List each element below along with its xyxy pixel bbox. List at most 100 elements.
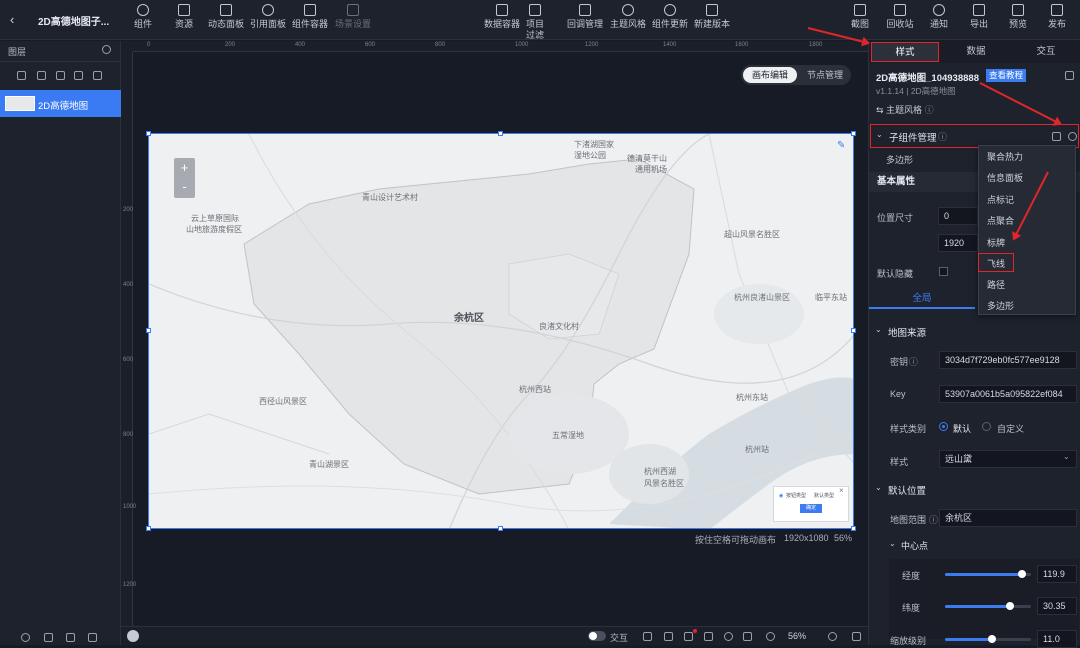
help-icon[interactable]: ⓘ bbox=[909, 355, 918, 368]
move-bottom-icon[interactable] bbox=[74, 71, 83, 80]
resize-handle[interactable] bbox=[851, 328, 856, 333]
layer-item[interactable]: 2D高德地图 bbox=[0, 90, 121, 117]
menu-item-path[interactable]: 路径 bbox=[987, 278, 1005, 291]
move-top-icon[interactable] bbox=[56, 71, 65, 80]
key-input[interactable]: 53907a0061b5a095822ef084 bbox=[939, 385, 1077, 403]
resize-handle[interactable] bbox=[498, 526, 503, 531]
theme-style-row[interactable]: ⇆ 主题风格 ⓘ bbox=[876, 103, 934, 116]
document-icon[interactable] bbox=[1065, 71, 1074, 80]
width-input[interactable]: 1920 bbox=[938, 234, 978, 252]
menu-item-info-panel[interactable]: 信息面板 bbox=[987, 171, 1023, 184]
copy-icon[interactable] bbox=[66, 633, 75, 642]
toolbar-resources-button[interactable]: 资源 bbox=[170, 4, 198, 38]
style-select[interactable]: 远山黛 bbox=[939, 450, 1077, 468]
zoom-level-slider[interactable] bbox=[945, 635, 1031, 643]
tab-global[interactable]: 全局 bbox=[869, 291, 975, 309]
toolbar-screenshot-button[interactable]: 截图 bbox=[849, 4, 871, 38]
toolbar-trash-button[interactable]: 回收站 bbox=[885, 4, 915, 38]
menu-item-heatmap[interactable]: 聚合热力 bbox=[987, 150, 1023, 163]
longitude-slider[interactable] bbox=[945, 570, 1031, 578]
toolbar-preview-button[interactable]: 预览 bbox=[1007, 4, 1029, 38]
pos-x-input[interactable]: 0 bbox=[938, 207, 978, 225]
toolbar-scene-button[interactable]: 场景设置 bbox=[333, 4, 373, 38]
subcomp-current[interactable]: 多边形 bbox=[886, 153, 913, 166]
tab-node-manage[interactable]: 节点管理 bbox=[801, 67, 849, 83]
map-range-input[interactable]: 余杭区 bbox=[939, 509, 1077, 527]
move-down-icon[interactable] bbox=[37, 71, 46, 80]
menu-item-label[interactable]: 标牌 bbox=[987, 236, 1005, 249]
resize-handle[interactable] bbox=[146, 328, 151, 333]
delete-icon[interactable] bbox=[88, 633, 97, 642]
tab-style[interactable]: 样式 bbox=[871, 42, 939, 62]
toolbar-callback-button[interactable]: 回调管理 bbox=[565, 4, 605, 38]
toolbar-filter-button[interactable]: 项目过滤器 bbox=[522, 4, 548, 51]
menu-item-flyline[interactable]: 飞线 bbox=[987, 257, 1005, 270]
toolbar-label: 组件 bbox=[133, 19, 152, 29]
resize-handle[interactable] bbox=[146, 131, 151, 136]
toolbar-export-button[interactable]: 导出 bbox=[968, 4, 990, 38]
settings-icon[interactable] bbox=[724, 632, 733, 641]
monitor-icon[interactable] bbox=[684, 632, 693, 641]
zoom-in-icon[interactable] bbox=[828, 632, 837, 641]
resize-handle[interactable] bbox=[498, 131, 503, 136]
edit-pencil-icon[interactable]: ✎ bbox=[837, 140, 847, 151]
list-icon[interactable] bbox=[93, 71, 102, 80]
fit-icon[interactable] bbox=[743, 632, 752, 641]
radio-default[interactable] bbox=[939, 422, 948, 431]
interactive-toggle[interactable] bbox=[588, 631, 606, 641]
menu-item-cluster[interactable]: 点聚合 bbox=[987, 214, 1014, 227]
toolbar-dynamic-panel-button[interactable]: 动态面板 bbox=[205, 4, 247, 38]
image-icon[interactable] bbox=[664, 632, 673, 641]
mini-option: 按钮类型 bbox=[786, 493, 807, 499]
slider-knob[interactable] bbox=[1005, 602, 1014, 610]
eye-icon[interactable] bbox=[121, 41, 133, 52]
resize-handle[interactable] bbox=[851, 131, 856, 136]
slider-knob[interactable] bbox=[988, 635, 997, 643]
toolbar-data-container-button[interactable]: 数据容器 bbox=[482, 4, 522, 38]
chart-icon[interactable] bbox=[643, 632, 652, 641]
tab-canvas-edit[interactable]: 画布编辑 bbox=[743, 67, 797, 83]
help-icon[interactable]: ⓘ bbox=[925, 105, 934, 115]
secret-key-input[interactable]: 3034d7f729eb0fc577ee9128 bbox=[939, 351, 1077, 369]
map-canvas[interactable]: + - ✎ 下渚湖国家 湿地公园 德清莫干山 通用机场 青山设计艺术村 云上草原… bbox=[148, 133, 854, 529]
move-up-icon[interactable] bbox=[17, 71, 26, 80]
resize-handle[interactable] bbox=[851, 526, 856, 531]
longitude-input[interactable]: 119.9 bbox=[1037, 565, 1077, 583]
toolbar-publish-button[interactable]: 发布 bbox=[1046, 4, 1068, 38]
mini-confirm-button[interactable]: 确定 bbox=[800, 504, 822, 513]
toolbar-update-button[interactable]: 组件更新 bbox=[650, 4, 690, 38]
chevron-left-icon[interactable]: ‹ bbox=[10, 12, 14, 27]
tutorial-link[interactable]: 查看教程 bbox=[986, 69, 1027, 82]
latitude-slider[interactable] bbox=[945, 602, 1031, 610]
hidden-checkbox[interactable] bbox=[939, 267, 948, 276]
toolbar-components-button[interactable]: 组件 bbox=[130, 4, 156, 38]
menu-item-marker[interactable]: 点标记 bbox=[987, 193, 1014, 206]
fullscreen-icon[interactable] bbox=[852, 632, 861, 641]
help-icon[interactable]: ⓘ bbox=[929, 513, 938, 526]
toolbar-container-button[interactable]: 组件容器 bbox=[290, 4, 330, 38]
toolbar-theme-button[interactable]: 主题风格 bbox=[608, 4, 648, 38]
search-icon[interactable] bbox=[102, 45, 111, 54]
tab-interaction[interactable]: 交互 bbox=[1012, 42, 1080, 62]
add-circle-icon[interactable] bbox=[1068, 132, 1077, 141]
map-zoom-out-button[interactable]: - bbox=[174, 178, 195, 198]
tab-data[interactable]: 数据 bbox=[942, 42, 1010, 62]
radio-custom[interactable] bbox=[982, 422, 991, 431]
toolbar-notify-button[interactable]: 通知 bbox=[928, 4, 950, 38]
panel-icon[interactable] bbox=[704, 632, 713, 641]
bulb-icon[interactable] bbox=[21, 633, 30, 642]
help-icon[interactable]: ⓘ bbox=[938, 130, 947, 143]
latitude-input[interactable]: 30.35 bbox=[1037, 597, 1077, 615]
toolbar-new-version-button[interactable]: 新建版本 bbox=[692, 4, 732, 38]
radio-dot-icon[interactable]: ◉ bbox=[779, 493, 783, 499]
lock-icon[interactable] bbox=[44, 633, 53, 642]
map-zoom-in-button[interactable]: + bbox=[174, 158, 195, 178]
menu-item-polygon[interactable]: 多边形 bbox=[987, 299, 1014, 312]
folder-icon[interactable] bbox=[1052, 132, 1061, 141]
resize-handle[interactable] bbox=[146, 526, 151, 531]
zoom-level-input[interactable]: 11.0 bbox=[1037, 630, 1077, 648]
zoom-out-icon[interactable] bbox=[766, 632, 775, 641]
close-icon[interactable]: × bbox=[839, 486, 844, 495]
toolbar-ref-panel-button[interactable]: 引用面板 bbox=[248, 4, 288, 38]
avatar[interactable] bbox=[127, 630, 139, 642]
